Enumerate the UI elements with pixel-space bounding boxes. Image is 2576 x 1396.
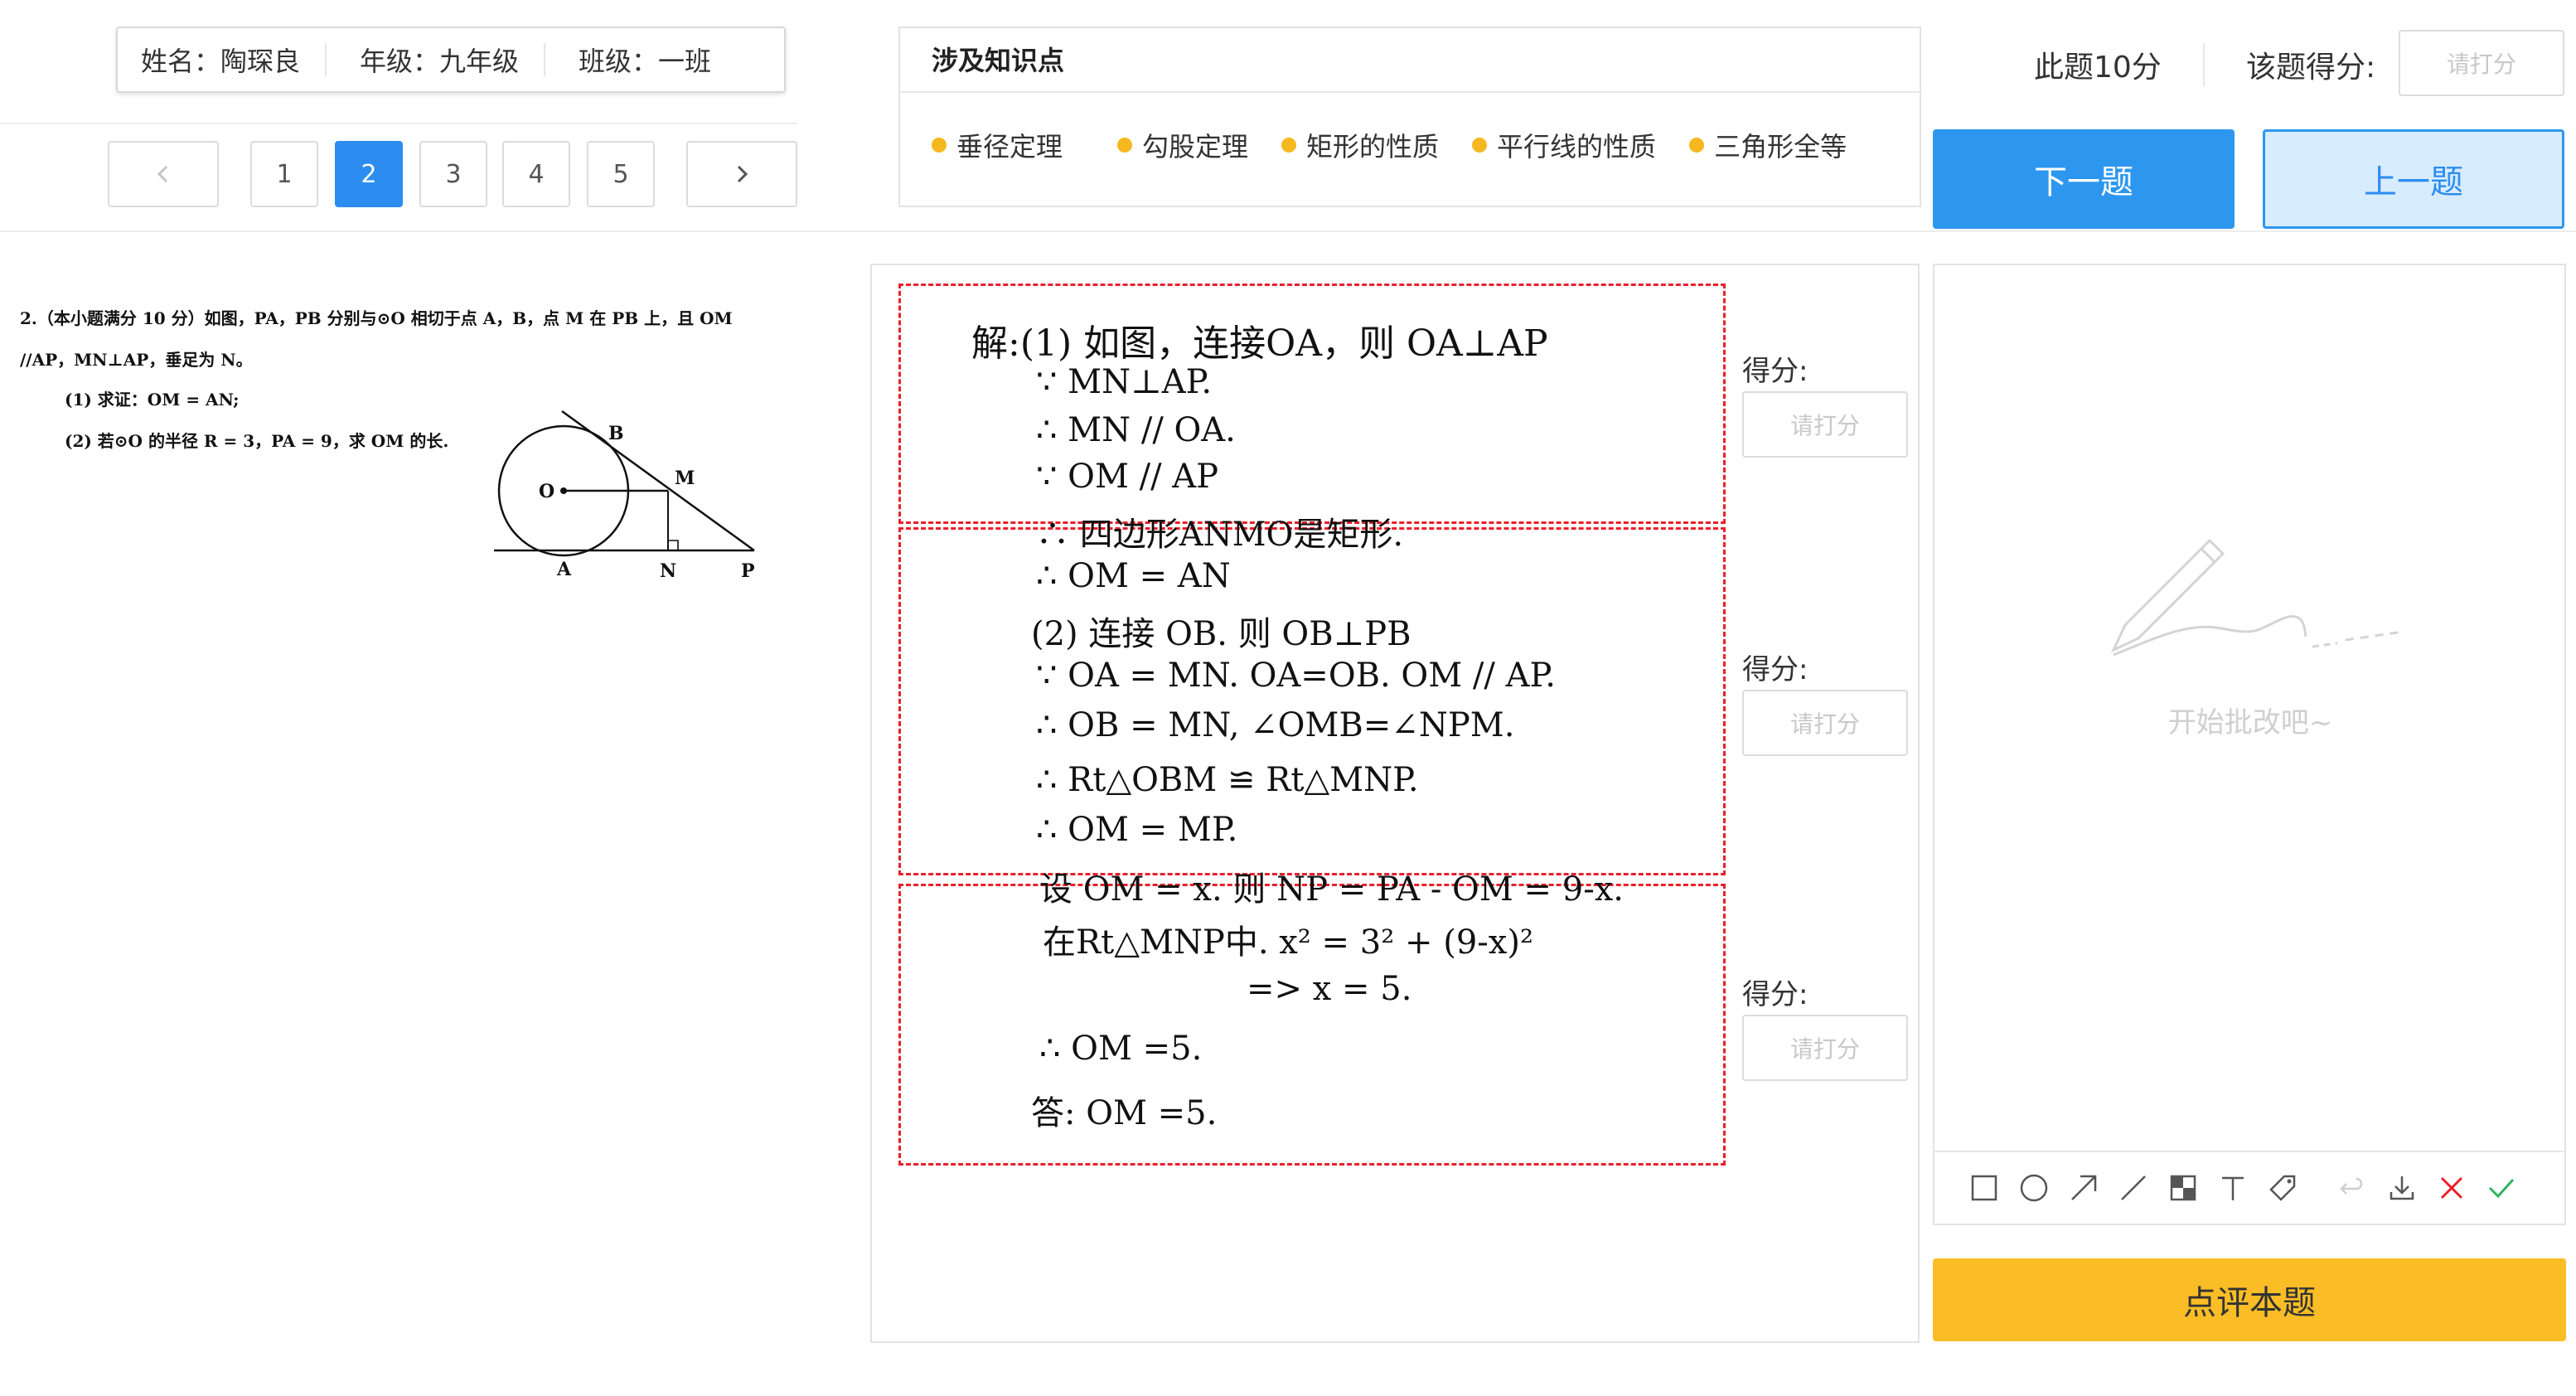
answer-line: ∴ OB = MN, ∠OMB=∠NPM. (1036, 706, 1515, 744)
question-score-label: 该题得分: (2246, 51, 2376, 85)
knowledge-item: 勾股定理 (1117, 126, 1248, 164)
section-3-score-label: 得分: (1742, 978, 1809, 1011)
knowledge-item: 平行线的性质 (1472, 126, 1656, 164)
dot-icon (1281, 138, 1297, 153)
download-icon[interactable] (2384, 1170, 2420, 1206)
pen-icon (2110, 538, 2404, 657)
pager-prev-button[interactable] (108, 141, 219, 207)
line-tool-icon[interactable] (2115, 1170, 2152, 1206)
answer-section-2[interactable] (898, 527, 1726, 875)
marking-toolbar (1934, 1151, 2564, 1224)
header-divider (0, 123, 797, 124)
tag-tool-icon[interactable] (2264, 1170, 2301, 1206)
page-button-3[interactable]: 3 (419, 141, 487, 207)
chevron-left-icon (157, 165, 168, 183)
knowledge-item-label: 平行线的性质 (1497, 131, 1657, 162)
figure-label-a: A (556, 559, 572, 580)
knowledge-item: 矩形的性质 (1281, 126, 1439, 164)
answer-line: ∴ OM = AN (1036, 557, 1231, 595)
section-1-score-input[interactable]: 请打分 (1742, 391, 1908, 458)
undo-icon[interactable] (2334, 1170, 2370, 1206)
knowledge-item: 三角形全等 (1689, 126, 1847, 164)
figure-label-m: M (675, 468, 695, 489)
page-button-4[interactable]: 4 (502, 141, 570, 207)
dot-icon (1689, 138, 1705, 153)
check-icon[interactable] (2483, 1170, 2520, 1206)
student-name: 姓名：陶琛良 (141, 46, 301, 77)
answer-line: => x = 5. (1247, 970, 1412, 1008)
marking-panel (1933, 264, 2566, 1225)
page-button-1[interactable]: 1 (250, 141, 318, 207)
geometry-figure: O B M A N P (494, 410, 755, 582)
separator (2203, 43, 2205, 86)
review-question-button[interactable]: 点评本题 (1933, 1258, 2566, 1341)
figure-label-b: B (608, 423, 624, 444)
answer-line: ∴ OM =5. (1039, 1030, 1203, 1068)
circle-tool-icon[interactable] (2016, 1170, 2052, 1206)
prev-question-button[interactable]: 上一题 (2263, 129, 2564, 229)
knowledge-item-label: 三角形全等 (1714, 131, 1847, 162)
chevron-right-icon (737, 165, 748, 183)
section-2-score-label: 得分: (1742, 653, 1809, 686)
answer-line: 在Rt△MNP中. x² = 3² + (9-x)² (1043, 923, 1533, 962)
answer-line: ∴ MN // OA. (1036, 411, 1236, 449)
rectangle-tool-icon[interactable] (1966, 1170, 2002, 1206)
figure-label-n: N (660, 560, 676, 582)
answer-line: ∵ OA = MN. OA=OB. OM // AP. (1036, 657, 1556, 695)
student-class: 班级：一班 (579, 46, 712, 77)
pager-next-button[interactable] (686, 141, 797, 207)
student-info-box: 姓名：陶琛良 年级：九年级 班级：一班 (116, 27, 786, 93)
knowledge-item: 垂径定理 (932, 126, 1063, 164)
answer-line: ∴ 四边形ANMO是矩形. (1036, 516, 1404, 554)
answer-line: ∴ Rt△OBM ≌ Rt△MNP. (1036, 761, 1419, 799)
answer-sheet: 解:(1) 如图，连接OA，则 OA⊥AP ∵ MN⊥AP. ∴ MN // O… (874, 267, 1737, 1187)
answer-line: (2) 连接 OB. 则 OB⊥PB (1031, 615, 1411, 653)
section-2-score-input[interactable]: 请打分 (1742, 690, 1908, 756)
answer-line: ∴ OM = MP. (1036, 811, 1238, 849)
question-score-input[interactable]: 请打分 (2399, 30, 2564, 96)
knowledge-item-label: 勾股定理 (1142, 131, 1249, 162)
dot-icon (1117, 138, 1133, 153)
section-1-score-label: 得分: (1742, 355, 1809, 388)
page-button-5[interactable]: 5 (587, 141, 655, 207)
answer-line: ∵ MN⊥AP. (1036, 363, 1213, 401)
arrow-tool-icon[interactable] (2065, 1170, 2102, 1206)
answer-line: 设 OM = x. 则 NP = PA - OM = 9-x. (1039, 870, 1624, 909)
figure-label-o: O (539, 481, 554, 502)
answer-line: 解:(1) 如图，连接OA，则 OA⊥AP (971, 322, 1548, 365)
knowledge-list: 垂径定理 勾股定理 矩形的性质 平行线的性质 三角形全等 (932, 124, 1901, 166)
mosaic-tool-icon[interactable] (2165, 1170, 2201, 1206)
knowledge-item-label: 垂径定理 (956, 131, 1063, 162)
figure-label-p: P (741, 560, 755, 582)
page-button-2[interactable]: 2 (335, 141, 403, 207)
question-total-score: 此题10分 (2034, 51, 2162, 85)
knowledge-title: 涉及知识点 (898, 27, 1921, 93)
text-tool-icon[interactable] (2215, 1170, 2251, 1206)
dot-icon (1472, 138, 1488, 153)
section-3-score-input[interactable]: 请打分 (1742, 1015, 1908, 1081)
dot-icon (932, 138, 947, 153)
close-icon[interactable] (2433, 1170, 2470, 1206)
marking-empty-text: 开始批改吧~ (2167, 706, 2333, 739)
question-line-2: //AP，MN⊥AP，垂足为 N。 (20, 350, 253, 370)
next-question-button[interactable]: 下一题 (1933, 129, 2235, 229)
answer-line: ∵ OM // AP (1036, 458, 1219, 496)
student-grade: 年级：九年级 (360, 46, 520, 77)
knowledge-item-label: 矩形的性质 (1306, 131, 1440, 162)
section-divider (0, 230, 2576, 232)
question-line-1: 2.（本小题满分 10 分）如图，PA，PB 分别与⊙O 相切于点 A，B，点 … (20, 308, 733, 328)
answer-line: 答: OM =5. (1031, 1094, 1218, 1132)
